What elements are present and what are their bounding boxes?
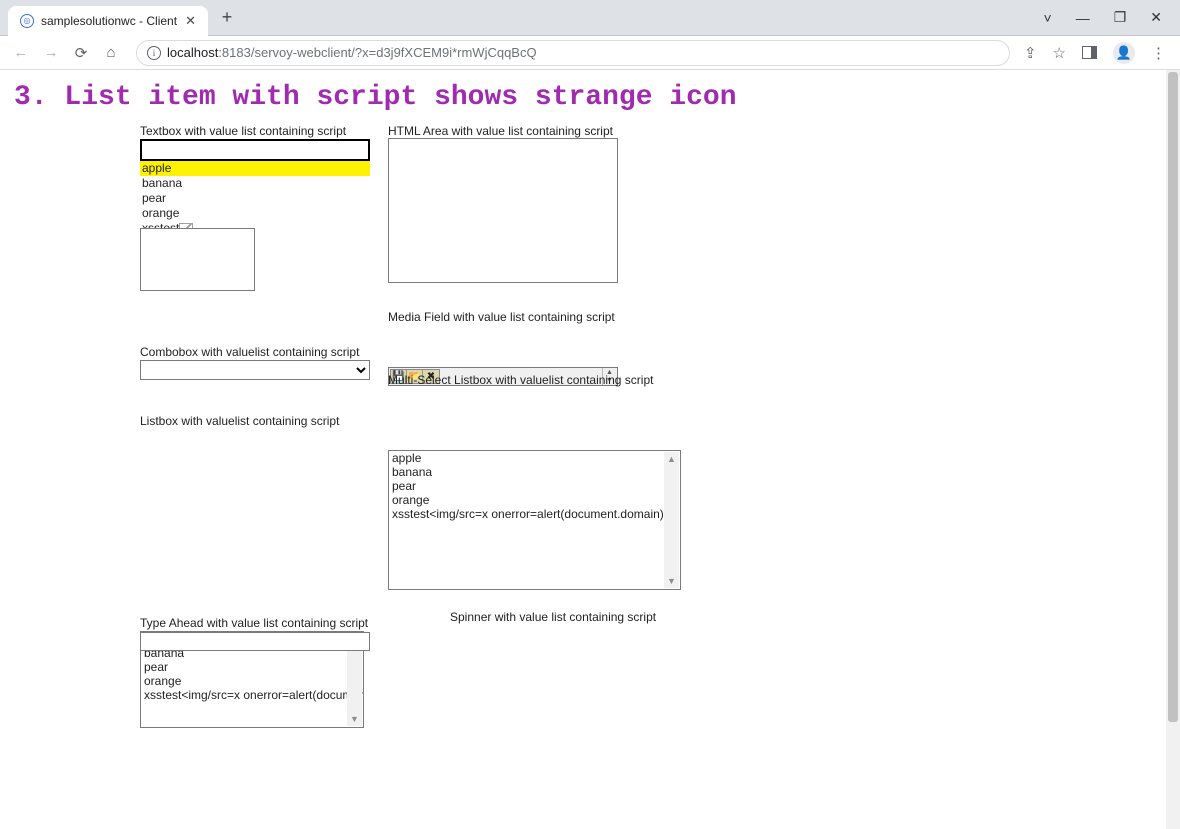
typeahead-input[interactable] bbox=[140, 632, 370, 651]
html-area-label: HTML Area with value list containing scr… bbox=[388, 124, 613, 138]
address-bar[interactable]: i localhost:8183/servoy-webclient/?x=d3j… bbox=[136, 40, 1010, 66]
maximize-icon[interactable]: ❐ bbox=[1114, 9, 1127, 26]
favicon-icon: ◎ bbox=[20, 14, 34, 28]
share-icon[interactable]: ⇪ bbox=[1024, 44, 1037, 62]
side-panel-icon[interactable] bbox=[1082, 46, 1097, 59]
browser-toolbar: ← → ⟳ ⌂ i localhost:8183/servoy-webclien… bbox=[0, 36, 1180, 70]
combobox[interactable] bbox=[140, 360, 370, 380]
scroll-down-icon[interactable]: ▼ bbox=[347, 712, 362, 726]
listbox-scrollbar[interactable]: ▲ ▼ bbox=[664, 452, 679, 588]
list-item[interactable]: orange bbox=[389, 493, 680, 507]
url-path: /servoy-webclient/?x=d3j9fXCEM9i*rmWjCqq… bbox=[251, 45, 537, 60]
media-field-label: Media Field with value list containing s… bbox=[388, 310, 615, 324]
spinner-label: Spinner with value list containing scrip… bbox=[450, 610, 656, 624]
chevron-down-icon[interactable]: ˅ bbox=[1044, 10, 1052, 26]
dropdown-item[interactable]: orange bbox=[140, 206, 370, 221]
list-item[interactable]: pear bbox=[389, 479, 680, 493]
close-window-icon[interactable]: ✕ bbox=[1150, 9, 1162, 26]
scroll-down-icon[interactable]: ▼ bbox=[664, 574, 679, 588]
scrollbar-thumb[interactable] bbox=[1168, 72, 1178, 722]
home-button[interactable]: ⌂ bbox=[100, 42, 122, 64]
list-item[interactable]: orange bbox=[141, 674, 363, 688]
textbox-extra-area bbox=[140, 228, 255, 291]
html-area[interactable] bbox=[388, 138, 618, 283]
page-content: 3. List item with script shows strange i… bbox=[0, 70, 1166, 829]
dropdown-item[interactable]: apple bbox=[140, 161, 370, 176]
page-title: 3. List item with script shows strange i… bbox=[14, 82, 1166, 113]
minimize-icon[interactable]: — bbox=[1076, 10, 1090, 26]
browser-tab[interactable]: ◎ samplesolutionwc - Client ✕ bbox=[8, 6, 208, 36]
url-port: :8183 bbox=[218, 45, 251, 60]
close-tab-icon[interactable]: ✕ bbox=[185, 13, 196, 29]
back-button[interactable]: ← bbox=[10, 42, 32, 64]
list-item[interactable]: xsstest<img/src=x onerror=alert(document… bbox=[389, 507, 680, 521]
textbox-input[interactable] bbox=[140, 139, 370, 161]
kebab-menu-icon[interactable]: ⋮ bbox=[1151, 44, 1166, 62]
multiselect-label: Multi-Select Listbox with valuelist cont… bbox=[388, 373, 653, 387]
url-host: localhost bbox=[167, 45, 218, 60]
textbox-dropdown[interactable]: apple banana pear orange xsstest bbox=[140, 161, 370, 236]
page-scrollbar[interactable] bbox=[1166, 70, 1180, 829]
site-info-icon[interactable]: i bbox=[147, 46, 161, 60]
tab-bar: ◎ samplesolutionwc - Client ✕ + ˅ — ❐ ✕ bbox=[0, 0, 1180, 36]
typeahead-label: Type Ahead with value list containing sc… bbox=[140, 616, 368, 630]
list-item[interactable]: pear bbox=[141, 660, 363, 674]
combobox-label: Combobox with valuelist containing scrip… bbox=[140, 345, 359, 359]
dropdown-item[interactable]: banana bbox=[140, 176, 370, 191]
toolbar-right-icons: ⇪ ☆ 👤 ⋮ bbox=[1024, 42, 1170, 64]
textbox-label: Textbox with value list containing scrip… bbox=[140, 124, 346, 138]
list-item[interactable]: banana bbox=[389, 465, 680, 479]
window-controls: ˅ — ❐ ✕ bbox=[1044, 9, 1180, 26]
list-item[interactable]: xsstest<img/src=x onerror=alert(documen bbox=[141, 688, 363, 702]
page-viewport: 3. List item with script shows strange i… bbox=[0, 70, 1180, 829]
scroll-up-icon[interactable]: ▲ bbox=[664, 452, 679, 466]
browser-chrome: ◎ samplesolutionwc - Client ✕ + ˅ — ❐ ✕ … bbox=[0, 0, 1180, 70]
new-tab-button[interactable]: + bbox=[214, 5, 240, 31]
list-item[interactable]: apple bbox=[389, 451, 680, 465]
profile-avatar[interactable]: 👤 bbox=[1113, 42, 1135, 64]
forward-button[interactable]: → bbox=[40, 42, 62, 64]
reload-button[interactable]: ⟳ bbox=[70, 42, 92, 64]
bookmark-icon[interactable]: ☆ bbox=[1053, 44, 1066, 62]
dropdown-item[interactable]: pear bbox=[140, 191, 370, 206]
listbox-label: Listbox with valuelist containing script bbox=[140, 414, 339, 428]
tab-title: samplesolutionwc - Client bbox=[41, 14, 177, 28]
multiselect-listbox[interactable]: apple banana pear orange xsstest<img/src… bbox=[388, 450, 681, 590]
